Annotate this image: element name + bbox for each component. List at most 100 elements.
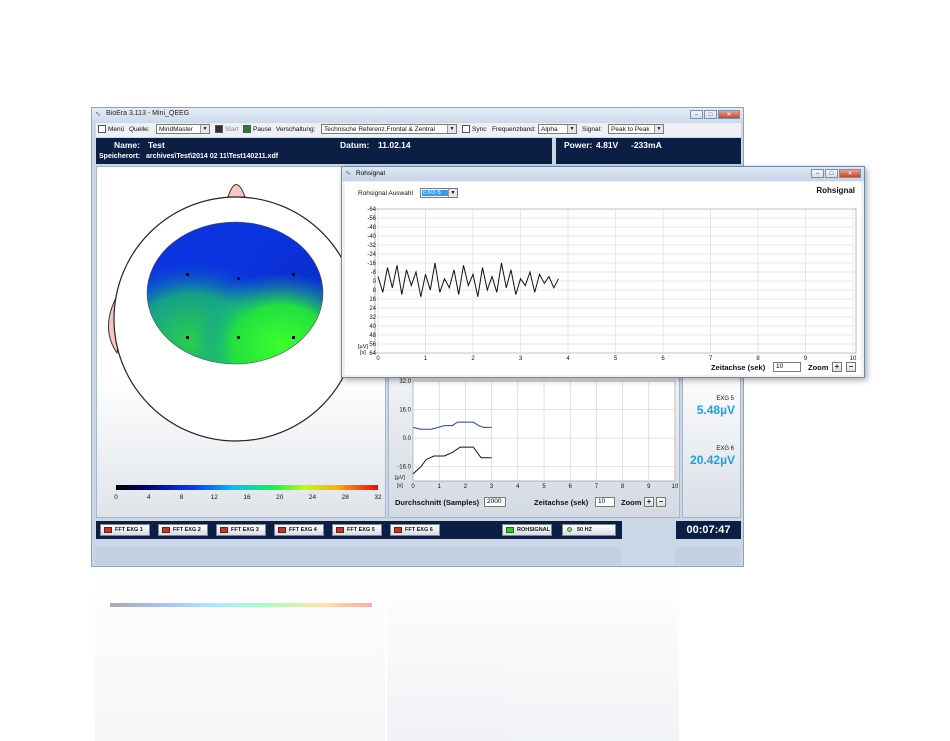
speicherort-label: Speicherort: bbox=[99, 153, 141, 160]
sync-icon[interactable] bbox=[462, 125, 470, 133]
durchschnitt-label: Durchschnitt (Samples) bbox=[395, 498, 480, 507]
x-tick-label: 8 bbox=[621, 484, 625, 490]
y-tick-label: 16.0 bbox=[399, 408, 411, 414]
zoom-out-button[interactable]: − bbox=[656, 497, 666, 507]
quelle-select[interactable]: MindMaster ▼ bbox=[156, 124, 210, 134]
fft-exg1-button[interactable]: FFT EXG 1 bbox=[100, 524, 150, 536]
window-controls: – □ ✕ bbox=[811, 169, 861, 178]
color-scale-tick-label: 32 bbox=[374, 494, 382, 501]
toolbar: Menü Quelle: MindMaster ▼ Start Pause Ver… bbox=[96, 123, 741, 137]
color-scale-tick-label: 4 bbox=[147, 494, 151, 501]
fft-exg5-button[interactable]: FFT EXG 5 bbox=[332, 524, 382, 536]
readout-value-exg5: 5.48µV bbox=[696, 403, 735, 417]
x-tick-label: 5 bbox=[614, 356, 618, 362]
y-tick-label: -40 bbox=[367, 234, 376, 240]
average-chart-panel: 32.0 16.0 0.0 -16.0 0 1 2 3 4 5 6 7 8 9 10 [µV] [s] D… bbox=[388, 366, 680, 518]
indicator-icon bbox=[162, 527, 170, 533]
y-tick-label: -24 bbox=[367, 252, 376, 258]
main-title-bar: ∿ BioEra 3.113 - Mini_QEEG – □ ✕ bbox=[92, 108, 743, 122]
y-tick-label: -16.0 bbox=[397, 465, 411, 471]
minimize-icon[interactable]: – bbox=[690, 110, 703, 119]
electrode-marker bbox=[237, 336, 240, 339]
menu-icon[interactable] bbox=[98, 125, 106, 133]
x-tick-label: 9 bbox=[804, 356, 808, 362]
power-info-panel: Power: 4.81V -233mA bbox=[556, 138, 741, 164]
y-tick-label: -48 bbox=[367, 225, 376, 231]
color-scale-tick-label: 12 bbox=[211, 494, 219, 501]
roh-zeitachse-input[interactable]: 10 bbox=[773, 362, 801, 372]
frequenzband-label: Frequenzband: bbox=[492, 126, 536, 133]
mid-zoom-label: Zoom bbox=[621, 498, 642, 507]
readout-label-exg5: EXG 5 bbox=[716, 396, 734, 402]
fft-exg4-button[interactable]: FFT EXG 4 bbox=[274, 524, 324, 536]
color-scale-tick-label: 28 bbox=[342, 494, 350, 501]
y-tick-label: -32 bbox=[367, 243, 376, 249]
start-button[interactable]: Start bbox=[225, 126, 239, 133]
x-tick-label: 1 bbox=[438, 484, 442, 490]
fft-exg2-button[interactable]: FFT EXG 2 bbox=[158, 524, 208, 536]
signal-select[interactable]: Peak to Peak ▼ bbox=[608, 124, 664, 134]
readout-label-exg6: EXG 6 bbox=[716, 446, 734, 452]
indicator-icon bbox=[394, 527, 402, 533]
verschaltung-label: Verschaltung: bbox=[276, 126, 316, 133]
indicator-icon bbox=[220, 527, 228, 533]
indicator-icon bbox=[567, 527, 572, 532]
roh-x-unit: [s] bbox=[360, 350, 366, 356]
rohsignal-button[interactable]: ROHSIGNAL bbox=[502, 524, 552, 536]
rohsignal-window: ∿ Rohsignal – □ ✕ Rohsignal Rohsignal Au… bbox=[341, 166, 865, 378]
zoom-in-button[interactable]: + bbox=[832, 362, 842, 372]
name-label: Name: bbox=[114, 140, 140, 150]
readout-value-exg6: 20.42µV bbox=[690, 453, 735, 467]
quelle-label: Quelle: bbox=[129, 126, 150, 133]
x-tick-label: 7 bbox=[709, 356, 713, 362]
y-tick-label: -8 bbox=[371, 270, 377, 276]
zoom-in-button[interactable]: + bbox=[644, 497, 654, 507]
readout-panel: EXG 5 5.48µV EXG 6 20.42µV bbox=[682, 366, 741, 518]
signal-label: Signal: bbox=[582, 126, 602, 133]
pause-button[interactable]: Pause bbox=[253, 126, 271, 133]
rohsignal-body: Rohsignal Rohsignal Auswahl EXG 6 ▼ -64-… bbox=[345, 182, 861, 375]
electrode-marker bbox=[292, 273, 295, 276]
window-title: BioEra 3.113 - Mini_QEEG bbox=[106, 110, 190, 117]
indicator-icon bbox=[278, 527, 286, 533]
power-current: -233mA bbox=[631, 140, 662, 150]
sync-button[interactable]: Sync bbox=[472, 126, 486, 133]
y-tick-label: 0.0 bbox=[403, 436, 412, 442]
maximize-icon[interactable]: □ bbox=[825, 169, 838, 178]
close-icon[interactable]: ✕ bbox=[839, 169, 861, 178]
mid-x-unit: [s] bbox=[397, 483, 403, 489]
x-tick-label: 2 bbox=[464, 484, 468, 490]
x-tick-label: 0 bbox=[411, 484, 415, 490]
y-tick-label: 32 bbox=[369, 315, 376, 321]
zoom-out-button[interactable]: − bbox=[846, 362, 856, 372]
durchschnitt-input[interactable]: 2000 bbox=[484, 497, 506, 507]
minimize-icon[interactable]: – bbox=[811, 169, 824, 178]
fft-exg3-button[interactable]: FFT EXG 3 bbox=[216, 524, 266, 536]
color-scale-tick-label: 8 bbox=[180, 494, 184, 501]
menu-button[interactable]: Menü bbox=[108, 126, 124, 133]
pause-icon[interactable] bbox=[243, 125, 251, 133]
close-icon[interactable]: ✕ bbox=[718, 110, 740, 119]
roh-zeitachse-label: Zeitachse (sek) bbox=[711, 363, 766, 372]
session-info-panel: Name: Test Datum: 11.02.14 Speicherort: … bbox=[96, 138, 552, 164]
x-tick-label: 1 bbox=[424, 356, 428, 362]
x-tick-label: 4 bbox=[516, 484, 520, 490]
electrode-marker bbox=[292, 336, 295, 339]
chevron-down-icon: ▼ bbox=[447, 125, 456, 133]
frequenzband-select[interactable]: Alpha ▼ bbox=[538, 124, 577, 134]
mid-zeitachse-input[interactable]: 10 bbox=[595, 497, 615, 507]
verschaltung-select[interactable]: Technische Referenz,Frontal & Zentral ▼ bbox=[321, 124, 457, 134]
maximize-icon[interactable]: □ bbox=[704, 110, 717, 119]
electrode-marker bbox=[186, 336, 189, 339]
datum-value: 11.02.14 bbox=[378, 140, 411, 150]
window-controls: – □ ✕ bbox=[690, 110, 740, 119]
app-icon: ∿ bbox=[95, 111, 101, 118]
chevron-down-icon: ▼ bbox=[567, 125, 576, 133]
x-tick-label: 3 bbox=[519, 356, 523, 362]
start-icon[interactable] bbox=[215, 125, 223, 133]
y-tick-label: -64 bbox=[367, 207, 376, 213]
power-voltage: 4.81V bbox=[596, 140, 619, 150]
fft-exg6-button[interactable]: FFT EXG 6 bbox=[390, 524, 440, 536]
mid-zeitachse-label: Zeitachse (sek) bbox=[534, 498, 589, 507]
hz-filter-button[interactable]: 50 HZ bbox=[562, 524, 616, 536]
